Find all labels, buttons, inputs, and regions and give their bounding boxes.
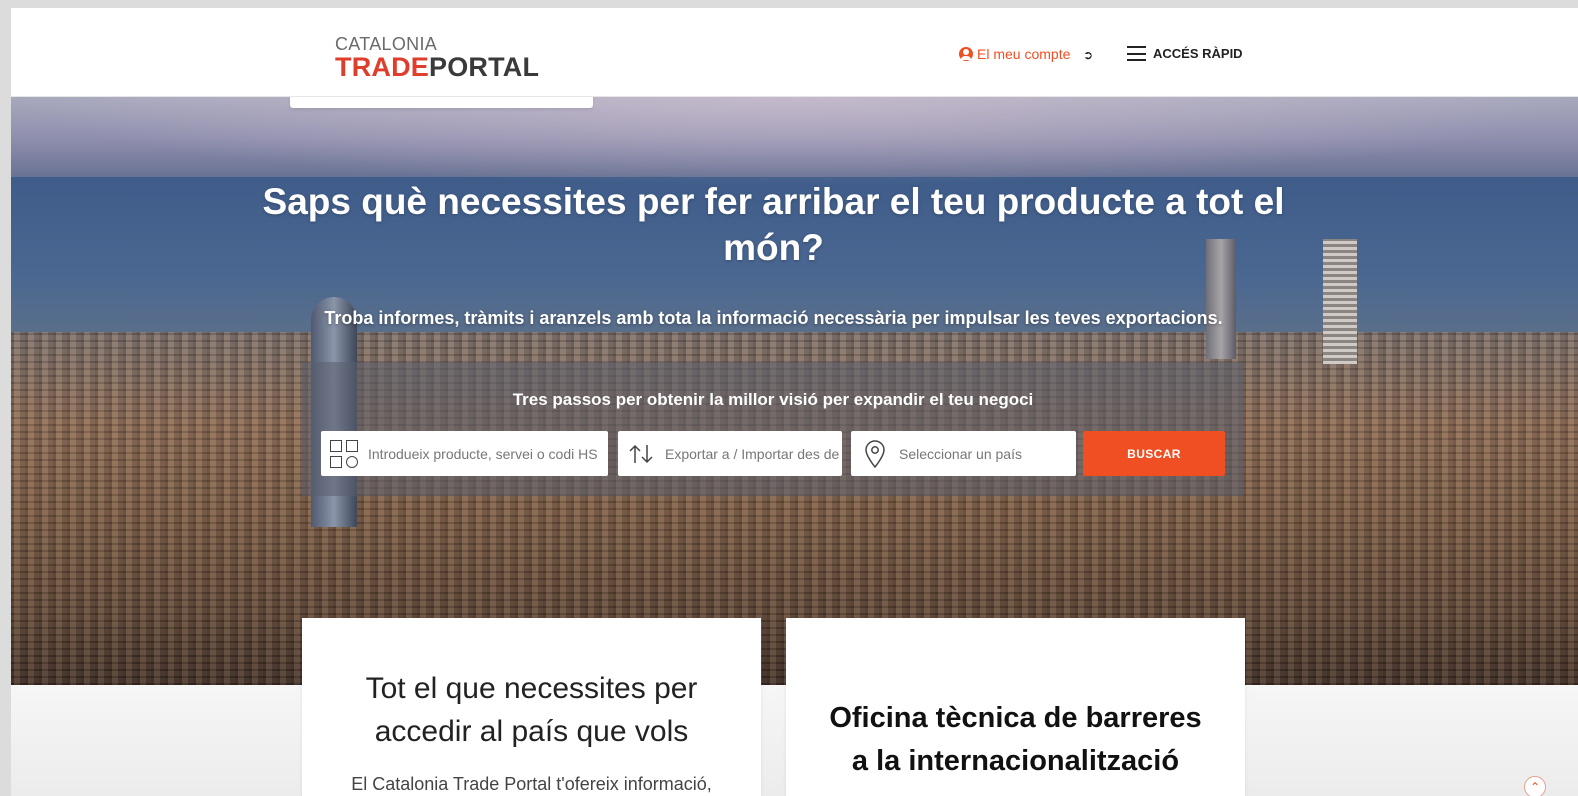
hero-title: Saps què necessites per fer arribar el t… [262,181,1285,268]
logo-bottom-text: TRADEPORTAL [335,53,539,81]
info-card-barriers: Oficina tècnica de barreres a la interna… [786,618,1245,796]
card-title: Tot el que necessites per accedir al paí… [365,672,698,748]
grid-icon [330,439,358,468]
logo-top-text: CATALONIA [335,34,438,54]
logo-trade-text: TRADE [335,52,429,82]
product-input[interactable] [368,445,608,462]
card-title: Oficina tècnica de barreres a la interna… [829,702,1202,777]
direction-input[interactable] [665,445,842,462]
card-text: El Catalonia Trade Portal t'ofereix info… [351,774,712,794]
site-header [11,8,1578,97]
search-panel: Tres passos per obtenir la millor visió … [302,362,1244,496]
arrows-icon [629,444,653,463]
country-field[interactable] [851,431,1076,476]
hero-section: Saps què necessites per fer arribar el t… [11,97,1578,685]
map-pin-icon [865,439,885,468]
country-select[interactable] [899,445,1076,462]
search-button[interactable]: BUSCAR [1083,431,1225,476]
hero-sky-background [11,97,1578,187]
direction-field[interactable] [618,431,842,476]
product-field[interactable] [321,431,608,476]
hero-subtitle: Troba informes, tràmits i aranzels amb t… [324,308,1223,328]
site-logo[interactable]: CATALONIA TRADEPORTAL [335,35,539,81]
chevron-up-icon[interactable]: ⌃ [1524,776,1546,796]
page: CATALONIA TRADEPORTAL El meu compte ➲ AC… [11,8,1578,796]
quick-access-label: ACCÉS RÀPID [1153,46,1243,61]
hero-tower-shape [1323,239,1357,364]
logout-icon[interactable]: ➲ [1083,48,1093,62]
info-card-access: Tot el que necessites per accedir al paí… [302,618,761,796]
account-link[interactable]: El meu compte [959,46,1070,62]
user-circle-icon [959,47,973,61]
search-title: Tres passos per obtenir la millor visió … [512,390,1034,409]
quick-access-button[interactable]: ACCÉS RÀPID [1127,46,1243,61]
account-label: El meu compte [977,46,1071,62]
logo-portal-text: PORTAL [429,52,540,82]
hamburger-icon [1127,46,1146,61]
